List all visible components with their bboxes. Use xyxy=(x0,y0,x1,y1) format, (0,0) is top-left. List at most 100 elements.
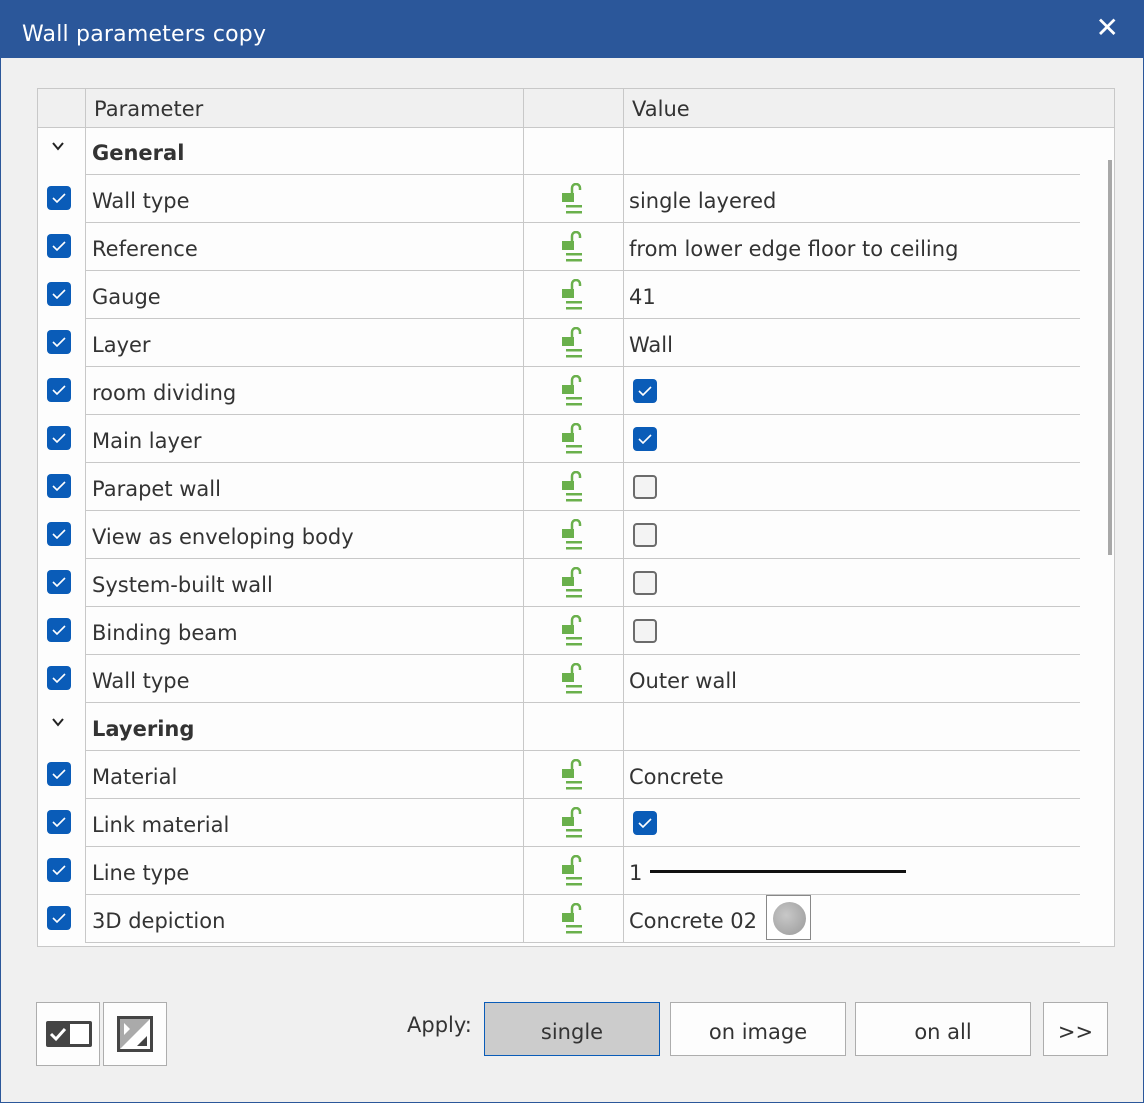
lock-cell[interactable] xyxy=(524,655,624,703)
value-checkbox[interactable] xyxy=(633,475,657,499)
value-cell[interactable]: 41 xyxy=(624,271,1080,319)
group-toggle[interactable] xyxy=(38,703,86,751)
lock-cell[interactable] xyxy=(524,559,624,607)
parameter-row[interactable]: Main layer xyxy=(38,415,1080,463)
parameter-label: System-built wall xyxy=(86,559,524,607)
lock-cell[interactable] xyxy=(524,751,624,799)
value-cell[interactable]: 1 xyxy=(624,847,1080,895)
parameter-row[interactable]: Binding beam xyxy=(38,607,1080,655)
include-checkbox[interactable] xyxy=(47,234,71,258)
include-checkbox[interactable] xyxy=(47,330,71,354)
parameter-row[interactable]: room dividing xyxy=(38,367,1080,415)
value-cell[interactable] xyxy=(624,367,1080,415)
include-checkbox[interactable] xyxy=(47,618,71,642)
toggle-all-checkboxes-button[interactable] xyxy=(36,1002,100,1066)
include-checkbox[interactable] xyxy=(47,426,71,450)
group-row[interactable]: General xyxy=(38,127,1080,175)
include-checkbox[interactable] xyxy=(47,762,71,786)
include-checkbox[interactable] xyxy=(47,570,71,594)
parameter-row[interactable]: Material Concrete xyxy=(38,751,1080,799)
value-cell[interactable]: single layered xyxy=(624,175,1080,223)
unlock-icon xyxy=(562,903,582,934)
value-cell[interactable] xyxy=(624,607,1080,655)
texture-swatch[interactable] xyxy=(766,895,811,940)
lock-cell[interactable] xyxy=(524,223,624,271)
value-cell[interactable]: Wall xyxy=(624,319,1080,367)
parameter-label: Link material xyxy=(86,799,524,847)
lock-cell[interactable] xyxy=(524,175,624,223)
invert-selection-button[interactable] xyxy=(103,1002,167,1066)
lock-cell[interactable] xyxy=(524,271,624,319)
lock-cell[interactable] xyxy=(524,511,624,559)
apply-single-button[interactable]: single xyxy=(484,1002,660,1056)
include-checkbox[interactable] xyxy=(47,522,71,546)
lock-cell[interactable] xyxy=(524,415,624,463)
group-label: General xyxy=(86,127,524,175)
parameter-row[interactable]: Layer Wall xyxy=(38,319,1080,367)
unlock-icon xyxy=(562,327,582,358)
value-checkbox[interactable] xyxy=(633,427,657,451)
unlock-icon xyxy=(562,759,582,790)
include-checkbox[interactable] xyxy=(47,282,71,306)
apply-label: Apply: xyxy=(407,1013,472,1037)
parameter-row[interactable]: Parapet wall xyxy=(38,463,1080,511)
value-checkbox[interactable] xyxy=(633,811,657,835)
parameter-row[interactable]: Reference from lower edge floor to ceilin… xyxy=(38,223,1080,271)
value-checkbox[interactable] xyxy=(633,619,657,643)
vertical-scrollbar[interactable] xyxy=(1104,127,1114,946)
include-cell xyxy=(38,319,86,367)
value-cell[interactable] xyxy=(624,799,1080,847)
parameter-row[interactable]: Wall type Outer wall xyxy=(38,655,1080,703)
value-cell[interactable] xyxy=(624,511,1080,559)
lock-cell[interactable] xyxy=(524,895,624,943)
lock-cell xyxy=(524,703,624,751)
value-cell xyxy=(624,703,1080,751)
include-checkbox[interactable] xyxy=(47,858,71,882)
group-toggle[interactable] xyxy=(38,127,86,175)
lock-cell[interactable] xyxy=(524,799,624,847)
value-cell[interactable]: Concrete 02 xyxy=(624,895,1080,943)
parameter-row[interactable]: Wall type single layered xyxy=(38,175,1080,223)
include-checkbox[interactable] xyxy=(47,666,71,690)
parameter-row[interactable]: Line type 1 xyxy=(38,847,1080,895)
value-cell[interactable] xyxy=(624,415,1080,463)
lock-cell[interactable] xyxy=(524,847,624,895)
lock-cell xyxy=(524,127,624,175)
parameter-row[interactable]: System-built wall xyxy=(38,559,1080,607)
lock-cell[interactable] xyxy=(524,319,624,367)
header-value[interactable]: Value xyxy=(624,89,1114,127)
scrollbar-thumb[interactable] xyxy=(1108,160,1112,555)
parameter-row[interactable]: View as enveloping body xyxy=(38,511,1080,559)
value-cell[interactable]: from lower edge floor to ceiling xyxy=(624,223,1080,271)
lock-cell[interactable] xyxy=(524,463,624,511)
value-checkbox[interactable] xyxy=(633,379,657,403)
lock-cell[interactable] xyxy=(524,367,624,415)
include-checkbox[interactable] xyxy=(47,906,71,930)
value-cell[interactable] xyxy=(624,559,1080,607)
unlock-icon xyxy=(562,663,582,694)
include-checkbox[interactable] xyxy=(47,810,71,834)
apply-on-image-button[interactable]: on image xyxy=(670,1002,846,1056)
value-checkbox[interactable] xyxy=(633,523,657,547)
parameter-label: Reference xyxy=(86,223,524,271)
parameter-row[interactable]: Link material xyxy=(38,799,1080,847)
value-checkbox[interactable] xyxy=(633,571,657,595)
more-options-button[interactable]: >> xyxy=(1043,1002,1108,1056)
parameter-row[interactable]: 3D depiction Concrete 02 xyxy=(38,895,1080,943)
header-parameter[interactable]: Parameter xyxy=(86,89,524,127)
value-cell[interactable]: Concrete xyxy=(624,751,1080,799)
apply-on-all-button[interactable]: on all xyxy=(855,1002,1031,1056)
group-row[interactable]: Layering xyxy=(38,703,1080,751)
invert-icon xyxy=(117,1016,153,1052)
parameter-row[interactable]: Gauge 41 xyxy=(38,271,1080,319)
include-cell xyxy=(38,607,86,655)
chevron-down-icon xyxy=(52,142,64,151)
include-checkbox[interactable] xyxy=(47,378,71,402)
include-checkbox[interactable] xyxy=(47,186,71,210)
include-cell xyxy=(38,175,86,223)
lock-cell[interactable] xyxy=(524,607,624,655)
include-checkbox[interactable] xyxy=(47,474,71,498)
value-cell[interactable]: Outer wall xyxy=(624,655,1080,703)
value-cell[interactable] xyxy=(624,463,1080,511)
close-icon[interactable]: ✕ xyxy=(1096,11,1119,44)
